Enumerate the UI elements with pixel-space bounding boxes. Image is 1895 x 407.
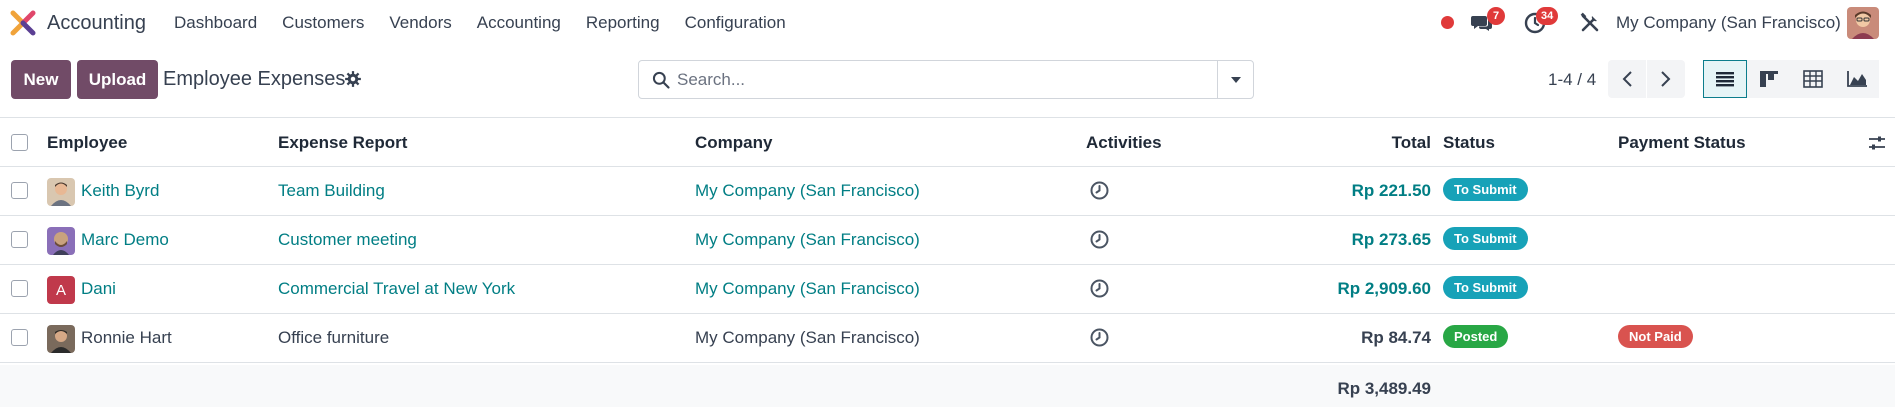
kanban-view-icon (1760, 71, 1778, 87)
gear-icon[interactable] (344, 70, 362, 88)
search-options-toggle[interactable] (1217, 61, 1253, 98)
person-photo-icon (47, 325, 75, 353)
status-badge: Posted (1443, 325, 1509, 348)
company-switcher[interactable]: My Company (San Francisco) (1616, 13, 1841, 33)
table-row[interactable]: Marc Demo Customer meeting My Company (S… (0, 216, 1895, 265)
employee-letter-avatar: A (47, 276, 75, 304)
messages-count-badge: 7 (1487, 7, 1505, 25)
user-avatar[interactable] (1847, 7, 1879, 39)
table-header: Employee Expense Report Company Activiti… (0, 118, 1895, 167)
app-name[interactable]: Accounting (47, 12, 146, 35)
expense-report-name[interactable]: Commercial Travel at New York (278, 279, 515, 299)
menu-customers[interactable]: Customers (282, 13, 364, 33)
status-badge: To Submit (1443, 178, 1528, 201)
employee-name[interactable]: Keith Byrd (81, 181, 159, 201)
upload-button[interactable]: Upload (77, 60, 158, 99)
table-footer: Rp 3,489.49 (0, 365, 1895, 407)
column-header-employee[interactable]: Employee (47, 133, 127, 153)
employee-avatar (47, 178, 75, 206)
kanban-view-button[interactable] (1747, 60, 1791, 98)
optional-columns-icon[interactable] (1868, 134, 1886, 152)
presence-status-icon[interactable] (1441, 16, 1454, 29)
graph-view-button[interactable] (1835, 60, 1879, 98)
total-amount: Rp 273.65 (1351, 230, 1431, 249)
pager-value[interactable]: 1-4 / 4 (1548, 70, 1596, 90)
area-chart-icon (1847, 71, 1867, 87)
company-name[interactable]: My Company (San Francisco) (695, 328, 920, 348)
company-name[interactable]: My Company (San Francisco) (695, 279, 920, 299)
main-menu: Dashboard Customers Vendors Accounting R… (174, 13, 811, 33)
row-checkbox[interactable] (11, 329, 28, 346)
activity-clock-icon[interactable] (1089, 180, 1110, 201)
column-header-status[interactable]: Status (1443, 133, 1495, 153)
company-name[interactable]: My Company (San Francisco) (695, 230, 920, 250)
activity-clock-icon[interactable] (1089, 327, 1110, 348)
total-amount: Rp 84.74 (1361, 328, 1431, 347)
row-checkbox[interactable] (11, 280, 28, 297)
activity-clock-icon[interactable] (1089, 229, 1110, 250)
person-photo-icon (47, 227, 75, 255)
search-bar (638, 60, 1254, 99)
column-header-activities[interactable]: Activities (1086, 133, 1162, 153)
total-amount: Rp 221.50 (1351, 181, 1431, 200)
menu-vendors[interactable]: Vendors (389, 13, 451, 33)
expense-report-name[interactable]: Team Building (278, 181, 385, 201)
search-icon (652, 71, 670, 89)
table-row[interactable]: Ronnie Hart Office furniture My Company … (0, 314, 1895, 363)
menu-dashboard[interactable]: Dashboard (174, 13, 257, 33)
column-header-company[interactable]: Company (695, 133, 772, 153)
column-header-expense-report[interactable]: Expense Report (278, 133, 407, 153)
chevron-left-icon (1622, 71, 1632, 87)
expense-report-name[interactable]: Office furniture (278, 328, 389, 348)
new-button[interactable]: New (11, 60, 71, 99)
debug-tools-icon[interactable] (1578, 11, 1602, 35)
select-all-checkbox[interactable] (11, 134, 28, 151)
employee-name[interactable]: Marc Demo (81, 230, 169, 250)
page-title: Employee Expenses (163, 68, 346, 90)
grand-total: Rp 3,489.49 (1337, 379, 1431, 398)
table-row[interactable]: A Dani Commercial Travel at New York My … (0, 265, 1895, 314)
company-name[interactable]: My Company (San Francisco) (695, 181, 920, 201)
accounting-app-logo-icon[interactable] (10, 10, 36, 36)
chevron-right-icon (1661, 71, 1671, 87)
row-checkbox[interactable] (11, 182, 28, 199)
payment-status-badge: Not Paid (1618, 325, 1693, 348)
menu-accounting[interactable]: Accounting (477, 13, 561, 33)
caret-down-icon (1230, 76, 1241, 83)
user-avatar-image-icon (1847, 7, 1879, 39)
column-header-payment-status[interactable]: Payment Status (1618, 133, 1746, 153)
column-header-total[interactable]: Total (1392, 133, 1431, 153)
status-badge: To Submit (1443, 227, 1528, 250)
expense-report-name[interactable]: Customer meeting (278, 230, 417, 250)
pager-next-button[interactable] (1647, 60, 1685, 98)
search-input[interactable] (677, 62, 1207, 97)
person-photo-icon (47, 178, 75, 206)
employee-avatar (47, 227, 75, 255)
menu-reporting[interactable]: Reporting (586, 13, 660, 33)
activities-count-badge: 34 (1536, 7, 1559, 25)
employee-avatar (47, 325, 75, 353)
pivot-view-button[interactable] (1791, 60, 1835, 98)
table-row[interactable]: Keith Byrd Team Building My Company (San… (0, 167, 1895, 216)
row-checkbox[interactable] (11, 231, 28, 248)
employee-name[interactable]: Ronnie Hart (81, 328, 172, 348)
employee-name[interactable]: Dani (81, 279, 116, 299)
pivot-table-icon (1803, 70, 1823, 88)
list-view-button[interactable] (1703, 60, 1747, 98)
top-navbar: Accounting Dashboard Customers Vendors A… (0, 0, 1895, 46)
menu-configuration[interactable]: Configuration (685, 13, 786, 33)
status-badge: To Submit (1443, 276, 1528, 299)
pager-previous-button[interactable] (1608, 60, 1646, 98)
list-view-icon (1716, 72, 1734, 87)
total-amount: Rp 2,909.60 (1337, 279, 1431, 298)
activity-clock-icon[interactable] (1089, 278, 1110, 299)
